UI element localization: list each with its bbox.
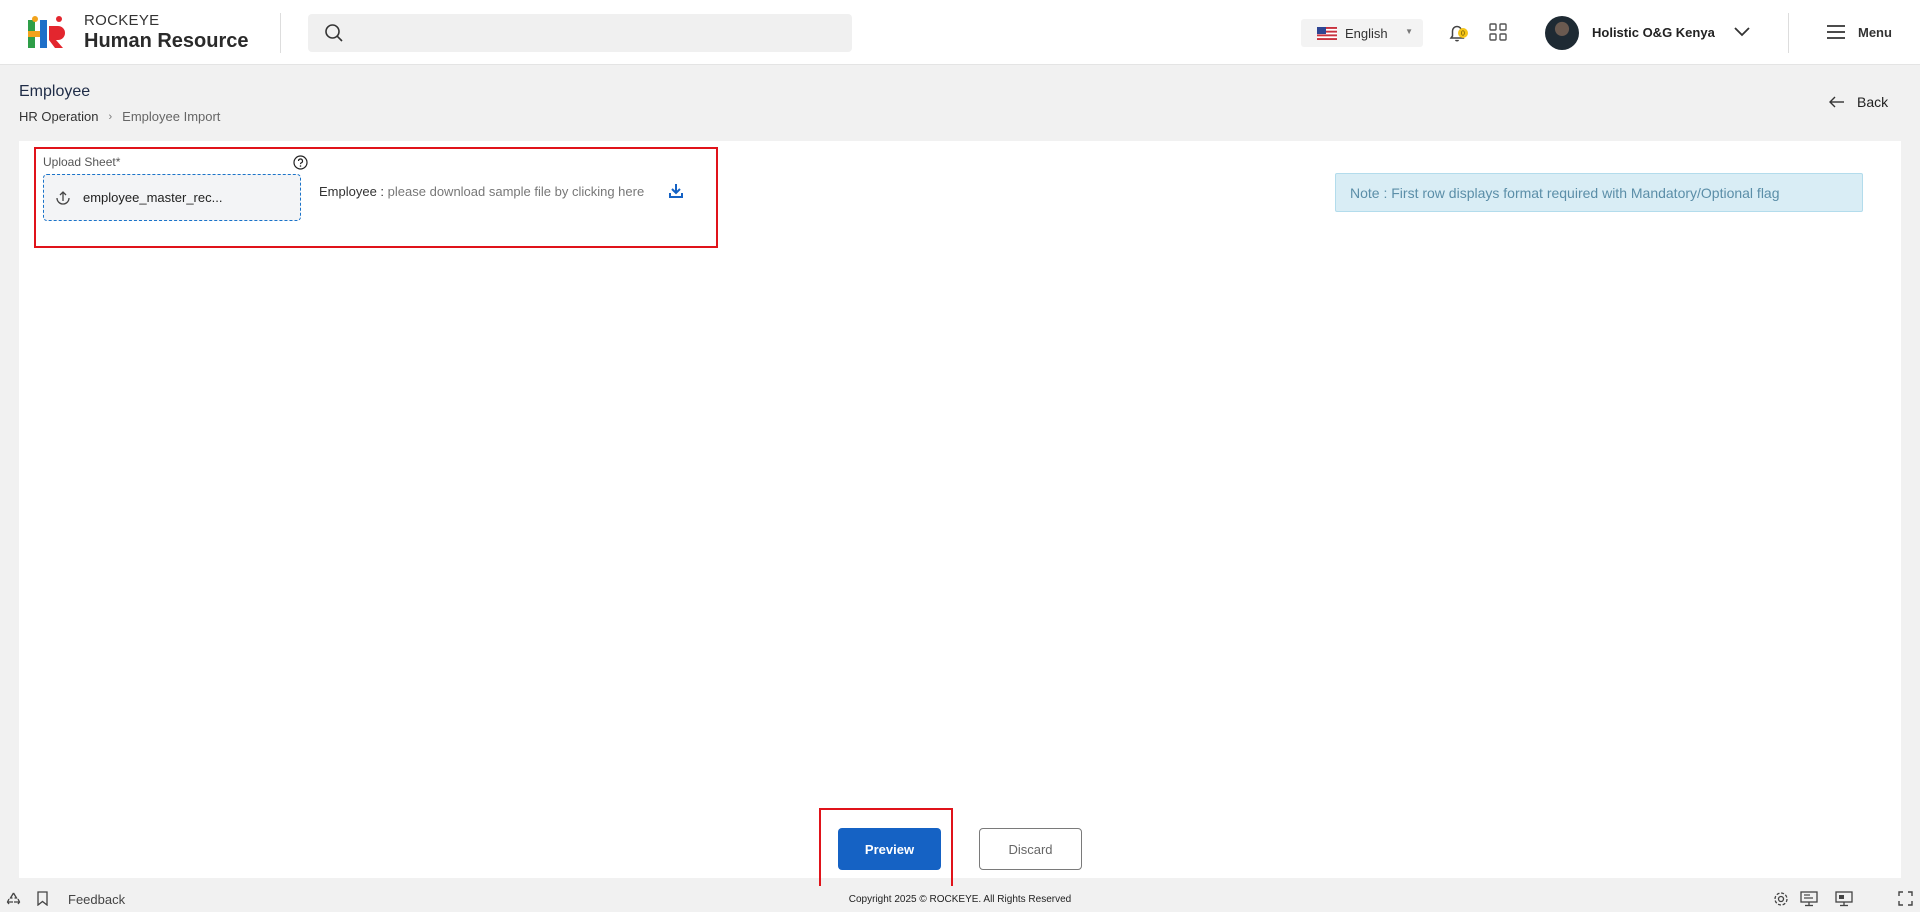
top-navbar: ROCKEYE Human Resource English ▼ 0 Holis… bbox=[0, 0, 1920, 65]
chevron-down-icon[interactable] bbox=[1733, 25, 1751, 39]
language-label: English bbox=[1345, 25, 1388, 41]
upload-sheet-label: Upload Sheet* bbox=[43, 155, 121, 169]
sample-file-hint: Employee : please download sample file b… bbox=[319, 184, 644, 199]
caret-down-icon: ▼ bbox=[1405, 27, 1413, 36]
search-input[interactable] bbox=[308, 14, 852, 52]
uploaded-file-name: employee_master_rec... bbox=[83, 190, 223, 205]
menu-label: Menu bbox=[1858, 24, 1892, 40]
import-card bbox=[19, 141, 1901, 878]
breadcrumb-employee-import: Employee Import bbox=[122, 109, 221, 124]
sample-download-text[interactable]: please download sample file by clicking … bbox=[388, 184, 645, 199]
language-selector[interactable]: English ▼ bbox=[1301, 19, 1423, 47]
page-title: Employee bbox=[19, 83, 91, 100]
brand-name: ROCKEYE Human Resource bbox=[84, 12, 249, 53]
us-flag-icon bbox=[1317, 26, 1337, 40]
chevron-right-icon: › bbox=[108, 110, 113, 123]
hamburger-icon bbox=[1827, 25, 1845, 39]
user-name[interactable]: Holistic O&G Kenya bbox=[1592, 25, 1715, 40]
breadcrumb: HR Operation › Employee Import bbox=[19, 109, 220, 124]
discard-button[interactable]: Discard bbox=[979, 828, 1082, 870]
upload-icon bbox=[56, 190, 70, 205]
copyright-text: Copyright 2025 © ROCKEYE. All Rights Res… bbox=[848, 894, 1072, 905]
back-button[interactable]: Back bbox=[1829, 94, 1888, 110]
divider bbox=[1788, 13, 1789, 53]
notification-bell-icon[interactable]: 0 bbox=[1446, 21, 1470, 45]
arrow-left-icon bbox=[1829, 96, 1844, 108]
menu-button[interactable]: Menu bbox=[1826, 24, 1892, 40]
help-icon[interactable] bbox=[293, 155, 308, 170]
download-icon[interactable] bbox=[668, 183, 684, 199]
notification-count: 0 bbox=[1461, 31, 1465, 38]
search-icon bbox=[325, 24, 343, 42]
footer: Feedback Copyright 2025 © ROCKEYE. All R… bbox=[0, 886, 1920, 912]
back-label: Back bbox=[1857, 94, 1889, 110]
preview-button[interactable]: Preview bbox=[838, 828, 941, 870]
sample-prefix: Employee : bbox=[319, 184, 385, 199]
breadcrumb-hr-operation[interactable]: HR Operation bbox=[19, 109, 98, 124]
user-avatar[interactable] bbox=[1545, 16, 1579, 50]
hr-logo-icon[interactable] bbox=[28, 16, 68, 50]
brand-product: Human Resource bbox=[84, 30, 249, 52]
brand-company: ROCKEYE bbox=[84, 12, 160, 29]
settings-icon[interactable] bbox=[1773, 891, 1789, 907]
file-upload-field[interactable]: employee_master_rec... bbox=[43, 174, 301, 221]
monitor-icon[interactable] bbox=[1800, 891, 1818, 907]
divider bbox=[280, 13, 281, 53]
format-note: Note : First row displays format require… bbox=[1335, 173, 1863, 212]
apps-grid-icon[interactable] bbox=[1489, 23, 1507, 41]
fullscreen-icon[interactable] bbox=[1898, 891, 1913, 906]
presentation-icon[interactable] bbox=[1835, 891, 1853, 907]
